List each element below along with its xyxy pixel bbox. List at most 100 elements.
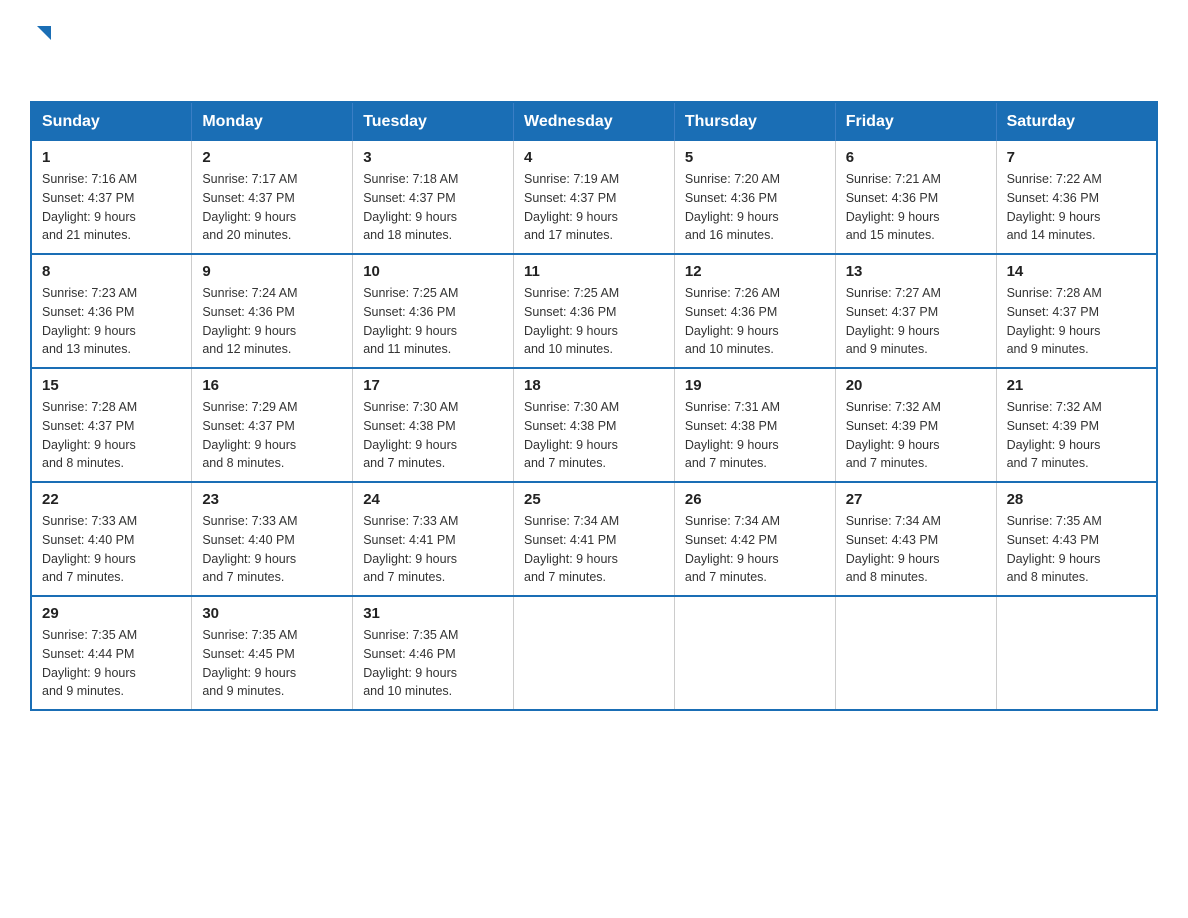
calendar-cell: 16 Sunrise: 7:29 AM Sunset: 4:37 PM Dayl… — [192, 368, 353, 482]
day-info: Sunrise: 7:21 AM Sunset: 4:36 PM Dayligh… — [846, 170, 986, 245]
day-number: 25 — [524, 491, 664, 508]
day-number: 4 — [524, 149, 664, 166]
day-info: Sunrise: 7:35 AM Sunset: 4:44 PM Dayligh… — [42, 626, 181, 701]
day-info: Sunrise: 7:24 AM Sunset: 4:36 PM Dayligh… — [202, 284, 342, 359]
day-number: 6 — [846, 149, 986, 166]
calendar-cell: 4 Sunrise: 7:19 AM Sunset: 4:37 PM Dayli… — [514, 141, 675, 254]
calendar-header-row: SundayMondayTuesdayWednesdayThursdayFrid… — [31, 102, 1157, 141]
day-number: 20 — [846, 377, 986, 394]
day-info: Sunrise: 7:33 AM Sunset: 4:41 PM Dayligh… — [363, 512, 503, 587]
day-number: 29 — [42, 605, 181, 622]
day-info: Sunrise: 7:31 AM Sunset: 4:38 PM Dayligh… — [685, 398, 825, 473]
calendar-cell: 19 Sunrise: 7:31 AM Sunset: 4:38 PM Dayl… — [674, 368, 835, 482]
calendar-cell: 24 Sunrise: 7:33 AM Sunset: 4:41 PM Dayl… — [353, 482, 514, 596]
day-number: 7 — [1007, 149, 1146, 166]
page-header — [30, 20, 1158, 81]
calendar-cell: 6 Sunrise: 7:21 AM Sunset: 4:36 PM Dayli… — [835, 141, 996, 254]
calendar-cell — [514, 596, 675, 710]
day-number: 27 — [846, 491, 986, 508]
day-info: Sunrise: 7:33 AM Sunset: 4:40 PM Dayligh… — [202, 512, 342, 587]
day-info: Sunrise: 7:32 AM Sunset: 4:39 PM Dayligh… — [846, 398, 986, 473]
calendar-cell: 3 Sunrise: 7:18 AM Sunset: 4:37 PM Dayli… — [353, 141, 514, 254]
calendar-cell: 29 Sunrise: 7:35 AM Sunset: 4:44 PM Dayl… — [31, 596, 192, 710]
calendar-cell: 13 Sunrise: 7:27 AM Sunset: 4:37 PM Dayl… — [835, 254, 996, 368]
day-number: 3 — [363, 149, 503, 166]
calendar-cell — [835, 596, 996, 710]
calendar-cell: 1 Sunrise: 7:16 AM Sunset: 4:37 PM Dayli… — [31, 141, 192, 254]
calendar-cell — [674, 596, 835, 710]
day-info: Sunrise: 7:35 AM Sunset: 4:45 PM Dayligh… — [202, 626, 342, 701]
calendar-cell: 9 Sunrise: 7:24 AM Sunset: 4:36 PM Dayli… — [192, 254, 353, 368]
calendar-header-wednesday: Wednesday — [514, 102, 675, 141]
day-info: Sunrise: 7:27 AM Sunset: 4:37 PM Dayligh… — [846, 284, 986, 359]
day-number: 24 — [363, 491, 503, 508]
calendar-week-row: 29 Sunrise: 7:35 AM Sunset: 4:44 PM Dayl… — [31, 596, 1157, 710]
calendar-header-saturday: Saturday — [996, 102, 1157, 141]
day-number: 31 — [363, 605, 503, 622]
calendar-cell: 31 Sunrise: 7:35 AM Sunset: 4:46 PM Dayl… — [353, 596, 514, 710]
calendar-week-row: 1 Sunrise: 7:16 AM Sunset: 4:37 PM Dayli… — [31, 141, 1157, 254]
day-info: Sunrise: 7:34 AM Sunset: 4:41 PM Dayligh… — [524, 512, 664, 587]
calendar-week-row: 22 Sunrise: 7:33 AM Sunset: 4:40 PM Dayl… — [31, 482, 1157, 596]
calendar-header-monday: Monday — [192, 102, 353, 141]
day-number: 22 — [42, 491, 181, 508]
day-info: Sunrise: 7:17 AM Sunset: 4:37 PM Dayligh… — [202, 170, 342, 245]
day-info: Sunrise: 7:30 AM Sunset: 4:38 PM Dayligh… — [363, 398, 503, 473]
calendar-week-row: 8 Sunrise: 7:23 AM Sunset: 4:36 PM Dayli… — [31, 254, 1157, 368]
day-info: Sunrise: 7:29 AM Sunset: 4:37 PM Dayligh… — [202, 398, 342, 473]
calendar-cell: 26 Sunrise: 7:34 AM Sunset: 4:42 PM Dayl… — [674, 482, 835, 596]
calendar-cell: 10 Sunrise: 7:25 AM Sunset: 4:36 PM Dayl… — [353, 254, 514, 368]
day-number: 26 — [685, 491, 825, 508]
calendar-cell: 18 Sunrise: 7:30 AM Sunset: 4:38 PM Dayl… — [514, 368, 675, 482]
calendar-cell: 22 Sunrise: 7:33 AM Sunset: 4:40 PM Dayl… — [31, 482, 192, 596]
day-info: Sunrise: 7:18 AM Sunset: 4:37 PM Dayligh… — [363, 170, 503, 245]
day-number: 18 — [524, 377, 664, 394]
calendar-cell — [996, 596, 1157, 710]
logo-arrow-icon — [33, 22, 55, 49]
calendar-cell: 15 Sunrise: 7:28 AM Sunset: 4:37 PM Dayl… — [31, 368, 192, 482]
calendar-cell: 23 Sunrise: 7:33 AM Sunset: 4:40 PM Dayl… — [192, 482, 353, 596]
day-info: Sunrise: 7:28 AM Sunset: 4:37 PM Dayligh… — [42, 398, 181, 473]
day-number: 1 — [42, 149, 181, 166]
calendar-cell: 17 Sunrise: 7:30 AM Sunset: 4:38 PM Dayl… — [353, 368, 514, 482]
day-number: 13 — [846, 263, 986, 280]
calendar-cell: 11 Sunrise: 7:25 AM Sunset: 4:36 PM Dayl… — [514, 254, 675, 368]
day-number: 28 — [1007, 491, 1146, 508]
day-number: 5 — [685, 149, 825, 166]
calendar-cell: 20 Sunrise: 7:32 AM Sunset: 4:39 PM Dayl… — [835, 368, 996, 482]
calendar-cell: 8 Sunrise: 7:23 AM Sunset: 4:36 PM Dayli… — [31, 254, 192, 368]
calendar-header-tuesday: Tuesday — [353, 102, 514, 141]
day-info: Sunrise: 7:26 AM Sunset: 4:36 PM Dayligh… — [685, 284, 825, 359]
day-number: 2 — [202, 149, 342, 166]
day-info: Sunrise: 7:16 AM Sunset: 4:37 PM Dayligh… — [42, 170, 181, 245]
day-number: 14 — [1007, 263, 1146, 280]
day-number: 11 — [524, 263, 664, 280]
day-number: 23 — [202, 491, 342, 508]
day-info: Sunrise: 7:30 AM Sunset: 4:38 PM Dayligh… — [524, 398, 664, 473]
calendar-table: SundayMondayTuesdayWednesdayThursdayFrid… — [30, 101, 1158, 711]
calendar-cell: 5 Sunrise: 7:20 AM Sunset: 4:36 PM Dayli… — [674, 141, 835, 254]
calendar-cell: 2 Sunrise: 7:17 AM Sunset: 4:37 PM Dayli… — [192, 141, 353, 254]
day-info: Sunrise: 7:23 AM Sunset: 4:36 PM Dayligh… — [42, 284, 181, 359]
day-info: Sunrise: 7:33 AM Sunset: 4:40 PM Dayligh… — [42, 512, 181, 587]
calendar-cell: 21 Sunrise: 7:32 AM Sunset: 4:39 PM Dayl… — [996, 368, 1157, 482]
calendar-cell: 28 Sunrise: 7:35 AM Sunset: 4:43 PM Dayl… — [996, 482, 1157, 596]
calendar-header-friday: Friday — [835, 102, 996, 141]
calendar-cell: 27 Sunrise: 7:34 AM Sunset: 4:43 PM Dayl… — [835, 482, 996, 596]
day-number: 19 — [685, 377, 825, 394]
day-number: 10 — [363, 263, 503, 280]
calendar-header-sunday: Sunday — [31, 102, 192, 141]
calendar-cell: 25 Sunrise: 7:34 AM Sunset: 4:41 PM Dayl… — [514, 482, 675, 596]
calendar-cell: 14 Sunrise: 7:28 AM Sunset: 4:37 PM Dayl… — [996, 254, 1157, 368]
day-info: Sunrise: 7:25 AM Sunset: 4:36 PM Dayligh… — [524, 284, 664, 359]
day-info: Sunrise: 7:34 AM Sunset: 4:42 PM Dayligh… — [685, 512, 825, 587]
day-info: Sunrise: 7:22 AM Sunset: 4:36 PM Dayligh… — [1007, 170, 1146, 245]
day-number: 8 — [42, 263, 181, 280]
calendar-cell: 12 Sunrise: 7:26 AM Sunset: 4:36 PM Dayl… — [674, 254, 835, 368]
logo — [30, 20, 58, 81]
day-info: Sunrise: 7:35 AM Sunset: 4:46 PM Dayligh… — [363, 626, 503, 701]
day-number: 16 — [202, 377, 342, 394]
day-number: 30 — [202, 605, 342, 622]
day-number: 9 — [202, 263, 342, 280]
calendar-cell: 30 Sunrise: 7:35 AM Sunset: 4:45 PM Dayl… — [192, 596, 353, 710]
